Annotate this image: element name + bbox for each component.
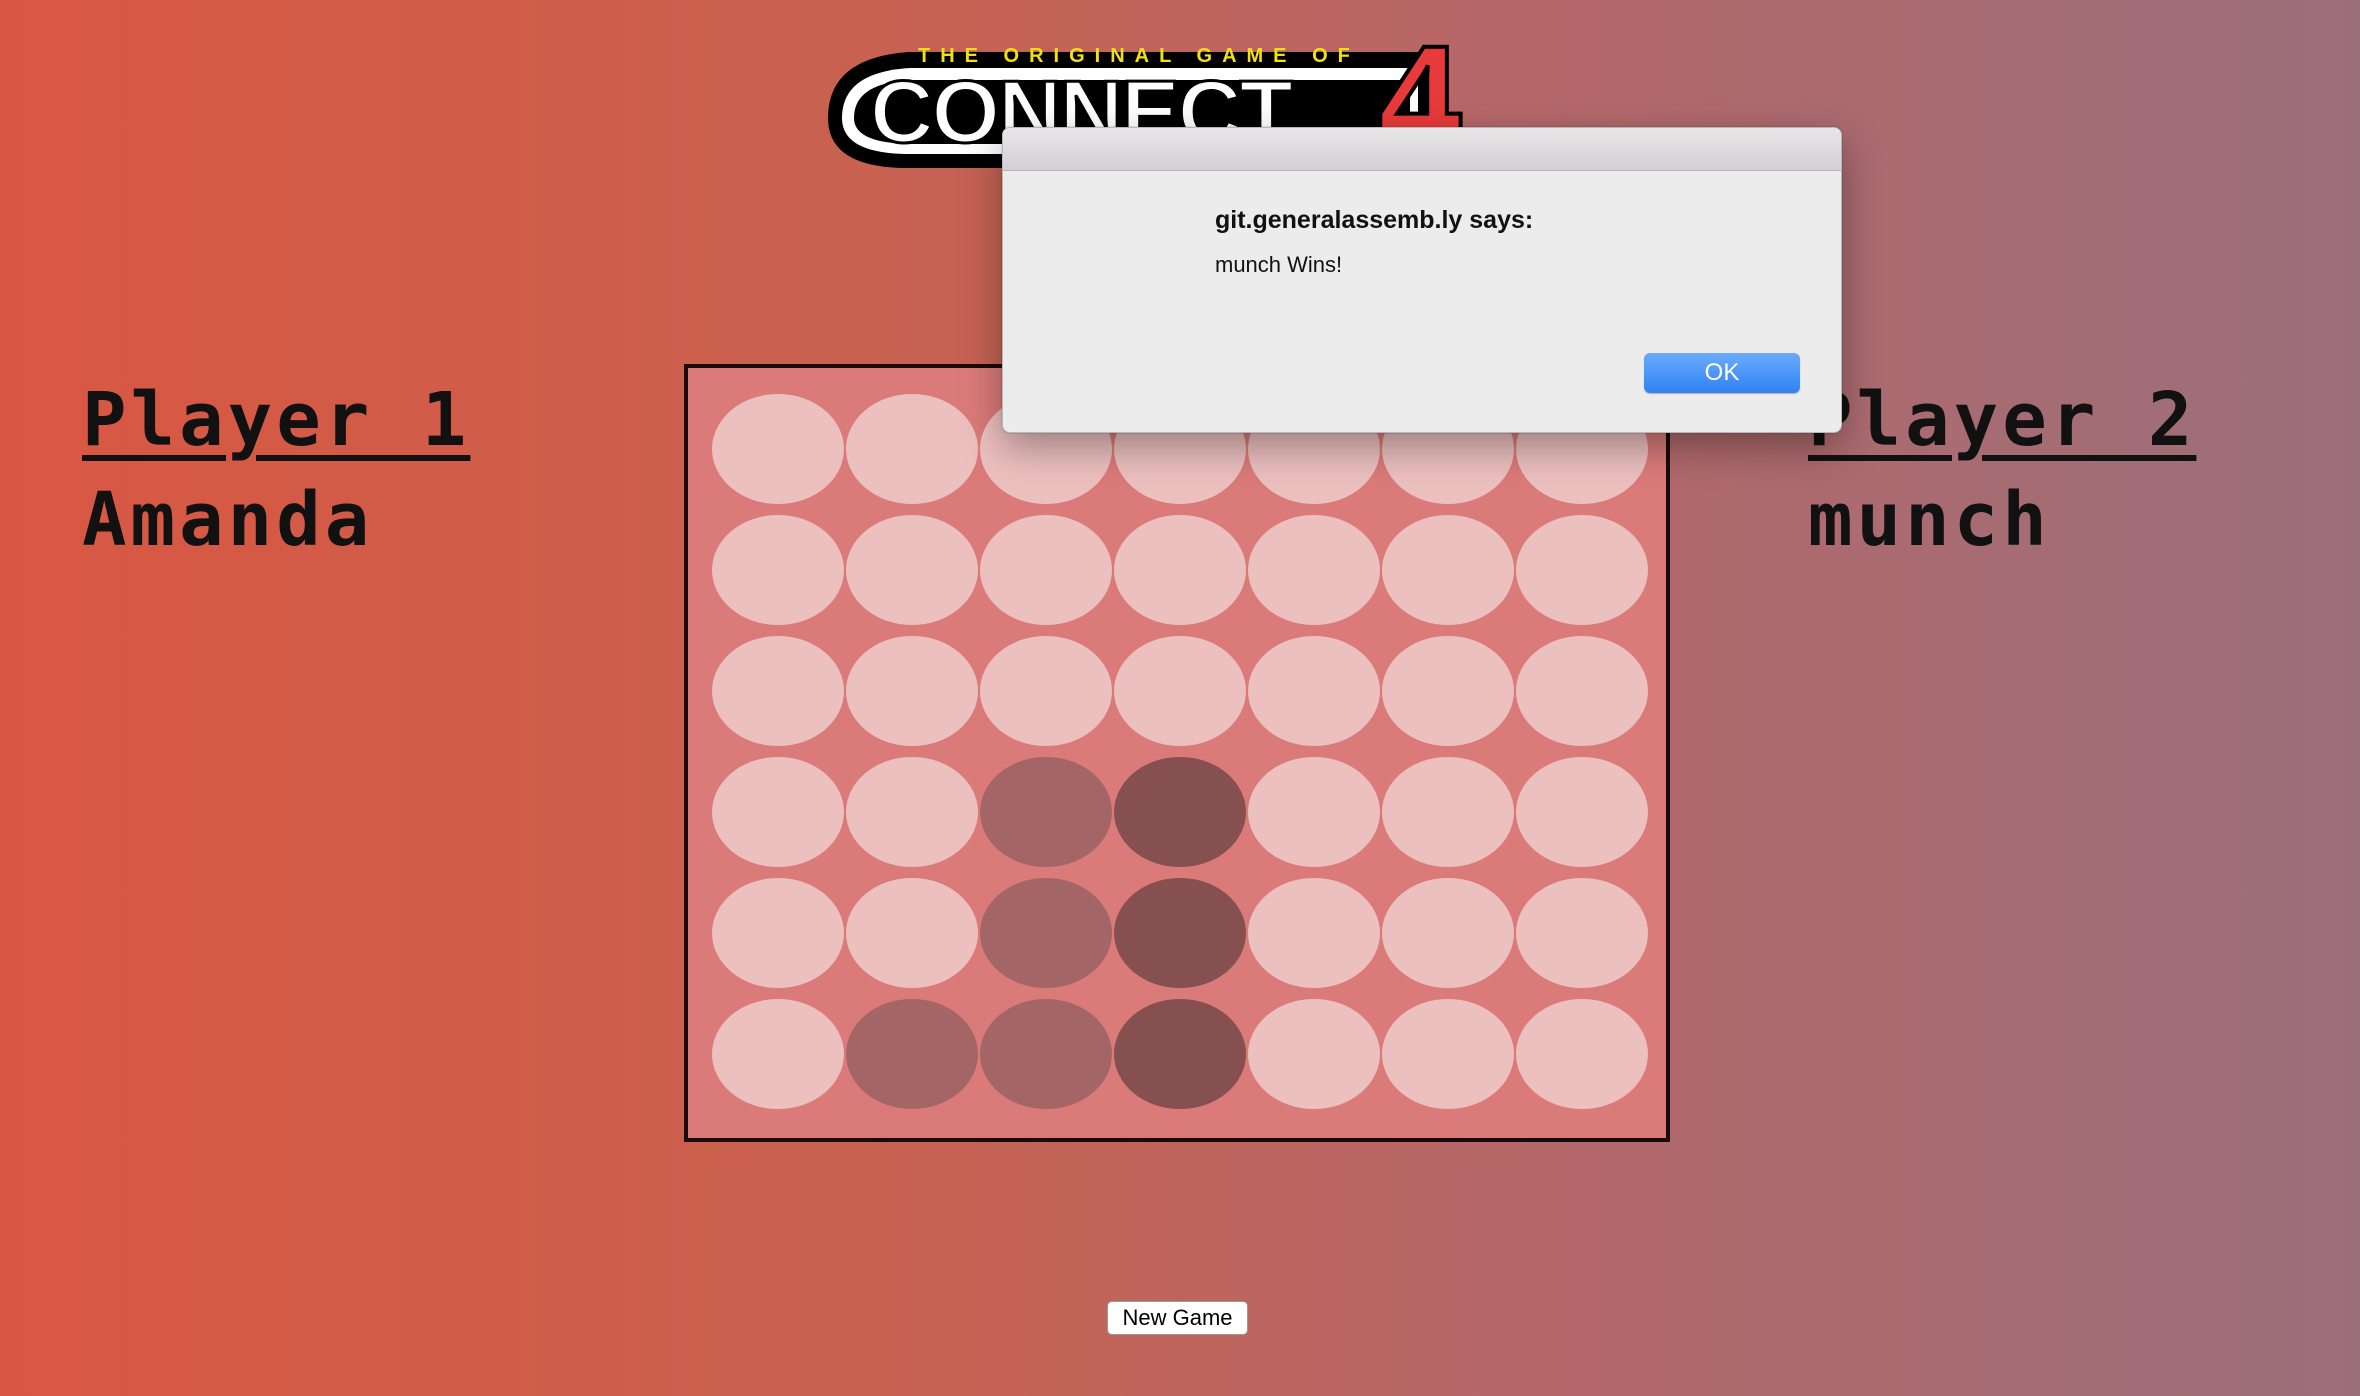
dialog-titlebar bbox=[1003, 128, 1841, 171]
board-slot-empty[interactable] bbox=[1248, 636, 1380, 746]
board-slot-empty[interactable] bbox=[1248, 878, 1380, 988]
board-slot-empty[interactable] bbox=[980, 515, 1112, 625]
board-slot-empty[interactable] bbox=[846, 878, 978, 988]
board-slot-empty[interactable] bbox=[1382, 515, 1514, 625]
board-slot-empty[interactable] bbox=[846, 757, 978, 867]
board-slot-player-2[interactable] bbox=[1114, 878, 1246, 988]
board-slot-empty[interactable] bbox=[1382, 636, 1514, 746]
board-slot-player-2[interactable] bbox=[1114, 999, 1246, 1109]
board-slot-player-1[interactable] bbox=[846, 999, 978, 1109]
board-slot-empty[interactable] bbox=[1248, 515, 1380, 625]
board-slot-empty[interactable] bbox=[1516, 757, 1648, 867]
board-slot-player-1[interactable] bbox=[980, 878, 1112, 988]
board-grid bbox=[712, 394, 1648, 1109]
board-slot-player-1[interactable] bbox=[980, 999, 1112, 1109]
board-slot-empty[interactable] bbox=[1114, 515, 1246, 625]
board-slot-empty[interactable] bbox=[1382, 757, 1514, 867]
player-2-name: munch bbox=[1808, 477, 2051, 563]
dialog-message: munch Wins! bbox=[1215, 252, 1343, 277]
board-slot-empty[interactable] bbox=[1516, 999, 1648, 1109]
board-slot-empty[interactable] bbox=[980, 636, 1112, 746]
board-slot-empty[interactable] bbox=[1516, 636, 1648, 746]
player-2-heading: Player 2 bbox=[1808, 377, 2197, 463]
game-board bbox=[684, 364, 1670, 1142]
board-slot-empty[interactable] bbox=[712, 757, 844, 867]
board-slot-empty[interactable] bbox=[846, 394, 978, 504]
player-1-name: Amanda bbox=[82, 477, 374, 563]
board-slot-empty[interactable] bbox=[1382, 999, 1514, 1109]
board-slot-player-1[interactable] bbox=[980, 757, 1112, 867]
new-game-button[interactable]: New Game bbox=[1107, 1301, 1248, 1335]
board-slot-empty[interactable] bbox=[1516, 878, 1648, 988]
board-slot-player-2[interactable] bbox=[1114, 757, 1246, 867]
board-slot-empty[interactable] bbox=[712, 878, 844, 988]
board-slot-empty[interactable] bbox=[1516, 515, 1648, 625]
board-slot-empty[interactable] bbox=[846, 636, 978, 746]
board-slot-empty[interactable] bbox=[1114, 636, 1246, 746]
player-1-heading: Player 1 bbox=[82, 377, 471, 463]
player-2-panel: Player 2 munch bbox=[1808, 372, 2196, 568]
board-slot-empty[interactable] bbox=[712, 394, 844, 504]
board-slot-empty[interactable] bbox=[1382, 878, 1514, 988]
board-slot-empty[interactable] bbox=[1248, 999, 1380, 1109]
alert-dialog: git.generalassemb.ly says: munch Wins! O… bbox=[1002, 127, 1842, 433]
board-slot-empty[interactable] bbox=[712, 515, 844, 625]
board-slot-empty[interactable] bbox=[846, 515, 978, 625]
ok-button[interactable]: OK bbox=[1644, 353, 1800, 393]
board-slot-empty[interactable] bbox=[712, 999, 844, 1109]
board-slot-empty[interactable] bbox=[1248, 757, 1380, 867]
board-slot-empty[interactable] bbox=[712, 636, 844, 746]
dialog-title: git.generalassemb.ly says: bbox=[1215, 206, 1534, 234]
player-1-panel: Player 1 Amanda bbox=[82, 372, 470, 568]
